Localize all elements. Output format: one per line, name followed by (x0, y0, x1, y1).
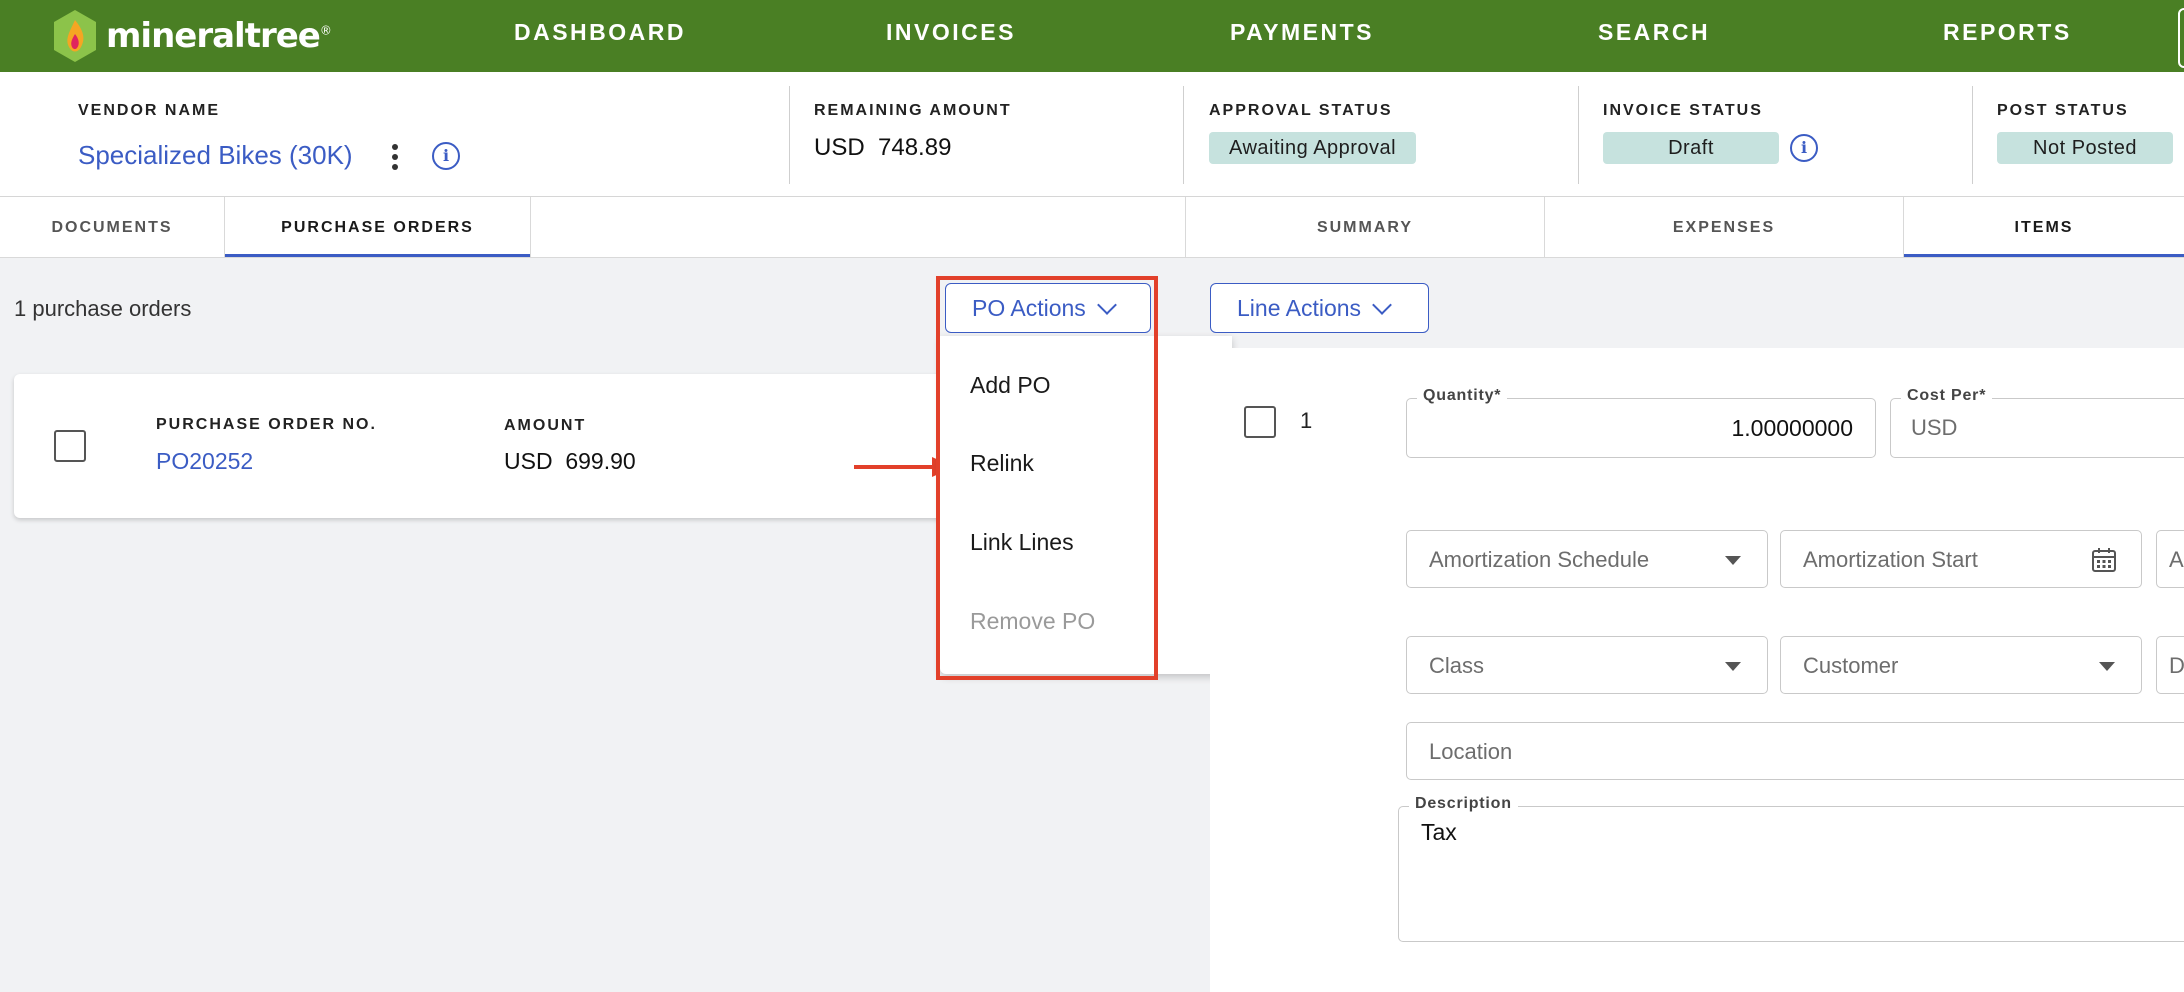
chevron-down-icon (1372, 295, 1392, 315)
description-field[interactable]: Description Tax (1398, 795, 2184, 942)
vendor-info-icon[interactable]: i (432, 142, 460, 170)
approval-status-badge: Awaiting Approval (1209, 132, 1417, 164)
header-divider (789, 86, 790, 184)
nav-payments[interactable]: PAYMENTS (1230, 0, 1374, 64)
invoice-status-label: INVOICE STATUS (1603, 102, 1763, 119)
invoice-header: VENDOR NAME Specialized Bikes (30K) i RE… (0, 72, 2184, 197)
cost-per-currency: USD (1911, 415, 1958, 440)
quantity-label: Quantity* (1417, 387, 1508, 405)
header-divider (1972, 86, 1973, 184)
quantity-field[interactable]: Quantity* 1.00000000 (1406, 387, 1876, 458)
po-number-header: PURCHASE ORDER NO. (156, 416, 377, 433)
po-count-text: 1 purchase orders (14, 296, 192, 321)
logo-flame-icon (54, 10, 96, 62)
nav-invoices[interactable]: INVOICES (886, 0, 1016, 64)
department-placeholder: D (2169, 653, 2184, 678)
po-actions-button[interactable]: PO Actions (945, 283, 1151, 333)
po-number-link[interactable]: PO20252 (156, 448, 253, 475)
cost-per-field[interactable]: Cost Per* USD (1890, 387, 2184, 458)
approval-status-label: APPROVAL STATUS (1209, 102, 1393, 119)
cost-per-label: Cost Per* (1901, 387, 1993, 405)
line-item-checkbox[interactable] (1244, 406, 1276, 438)
description-value: Tax (1421, 819, 1457, 845)
menu-item-add-po[interactable]: Add PO (970, 372, 1051, 399)
tab-expenses[interactable]: EXPENSES (1545, 197, 1903, 257)
caret-down-icon (1725, 662, 1741, 671)
remaining-amount-label: REMAINING AMOUNT (814, 102, 1012, 119)
nav-dashboard[interactable]: DASHBOARD (514, 0, 686, 64)
tab-summary[interactable]: SUMMARY (1186, 197, 1544, 257)
customer-placeholder: Customer (1803, 653, 1899, 678)
caret-down-icon (2099, 662, 2115, 671)
header-divider (1578, 86, 1579, 184)
amortization-schedule-placeholder: Amortization Schedule (1429, 547, 1650, 572)
annotation-arrow-icon (854, 457, 954, 477)
department-select[interactable]: D (2156, 636, 2184, 694)
amortization-schedule-select[interactable]: Amortization Schedule (1406, 530, 1768, 588)
amortization-start-field[interactable]: Amortization Start (1780, 530, 2142, 588)
tab-bar: DOCUMENTS PURCHASE ORDERS SUMMARY EXPENS… (0, 197, 2184, 258)
line-actions-label: Line Actions (1237, 294, 1362, 321)
invoice-status-badge: Draft (1603, 132, 1779, 164)
class-select[interactable]: Class (1406, 636, 1768, 694)
caret-down-icon (1725, 556, 1741, 565)
menu-item-link-lines[interactable]: Link Lines (970, 529, 1074, 556)
po-row-checkbox[interactable] (54, 430, 86, 462)
location-placeholder: Location (1429, 739, 1513, 764)
tab-purchase-orders[interactable]: PURCHASE ORDERS (225, 197, 530, 257)
customer-select[interactable]: Customer (1780, 636, 2142, 694)
po-actions-menu: Add PO Relink Link Lines Remove PO (940, 336, 1232, 674)
mineraltree-logo[interactable]: mineraltree® (50, 8, 332, 64)
logo-text: mineraltree® (106, 16, 332, 56)
vendor-more-icon[interactable] (384, 140, 406, 176)
vendor-name-link[interactable]: Specialized Bikes (30K) (78, 140, 353, 171)
top-nav: mineraltree® DASHBOARD INVOICES PAYMENTS… (0, 0, 2184, 72)
amortization-end-placeholder: A (2169, 547, 2184, 572)
remaining-amount-value: USD 748.89 (814, 134, 952, 161)
nav-overflow-button[interactable] (2178, 8, 2184, 68)
line-actions-button[interactable]: Line Actions (1210, 283, 1429, 333)
chevron-down-icon (1096, 295, 1117, 315)
post-status-badge: Not Posted (1997, 132, 2173, 164)
po-actions-label: PO Actions (972, 294, 1086, 321)
location-select[interactable]: Location (1406, 722, 2184, 780)
class-placeholder: Class (1429, 653, 1485, 678)
tab-documents[interactable]: DOCUMENTS (0, 197, 224, 257)
header-divider (1183, 86, 1184, 184)
calendar-icon[interactable] (2091, 547, 2117, 573)
vendor-name-label: VENDOR NAME (78, 102, 221, 119)
line-number: 1 (1300, 408, 1313, 433)
quantity-value: 1.00000000 (1731, 415, 1853, 441)
po-amount-header: AMOUNT (504, 417, 587, 434)
amortization-end-field[interactable]: A (2156, 530, 2184, 588)
nav-reports[interactable]: REPORTS (1943, 0, 2072, 64)
po-amount-value: USD 699.90 (504, 448, 636, 474)
post-status-label: POST STATUS (1997, 102, 2129, 119)
tab-items[interactable]: ITEMS (1904, 197, 2184, 257)
description-label: Description (1409, 795, 1518, 813)
nav-search[interactable]: SEARCH (1598, 0, 1710, 64)
tab-divider (530, 197, 531, 257)
po-row-card: PURCHASE ORDER NO. AMOUNT PO20252 USD 69… (14, 374, 964, 518)
amortization-start-placeholder: Amortization Start (1803, 547, 1978, 572)
invoice-status-info-icon[interactable]: i (1790, 134, 1818, 162)
menu-item-remove-po: Remove PO (970, 608, 1096, 634)
menu-item-relink[interactable]: Relink (970, 450, 1034, 477)
